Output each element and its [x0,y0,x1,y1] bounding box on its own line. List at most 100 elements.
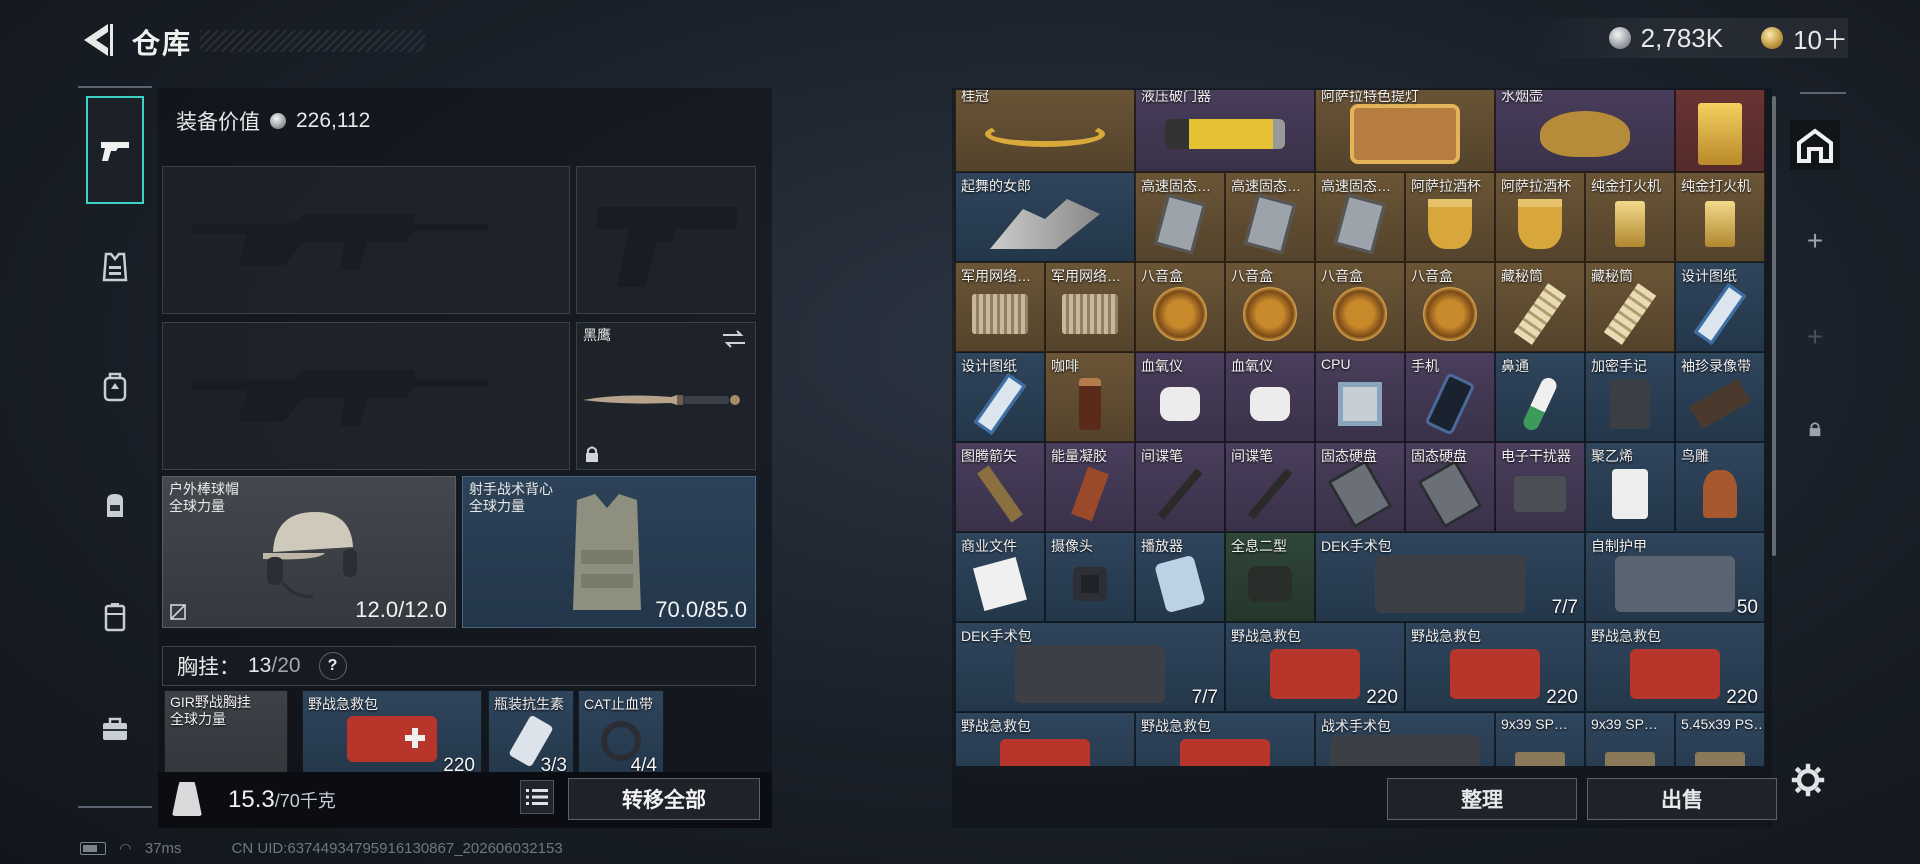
grid-item[interactable]: 9x39 SP… [1585,712,1675,766]
oximeter-icon [1160,387,1200,422]
gold-amount[interactable]: 10＋ [1793,20,1848,57]
grid-item[interactable]: 野战急救包 220 [1405,622,1585,712]
grid-item[interactable]: 9x39 SP… [1495,712,1585,766]
tab-backpack[interactable] [86,476,144,534]
pistol-slot[interactable] [576,166,756,314]
grid-item[interactable]: 阿萨拉酒杯 [1405,172,1495,262]
grid-item[interactable]: 电子干扰器 [1495,442,1585,532]
grid-item[interactable]: CPU [1315,352,1405,442]
grid-item[interactable]: 野战急救包 [1135,712,1315,766]
grid-item[interactable]: 高速固态… [1135,172,1225,262]
grid-item[interactable]: 藏秘筒 [1495,262,1585,352]
grid-item[interactable]: 加密手记 [1585,352,1675,442]
tab-weapons[interactable] [86,96,144,204]
grid-item-name: 鼻通 [1501,358,1529,374]
grid-item[interactable]: 手机 [1405,352,1495,442]
grid-item[interactable]: 自制护甲 50 [1585,532,1765,622]
grid-item[interactable]: 野战急救包 [955,712,1135,766]
grid-item[interactable]: DEK手术包 7/7 [955,622,1225,712]
grid-item[interactable]: 间谍笔 [1225,442,1315,532]
grid-item[interactable]: 起舞的女郎 [955,172,1135,262]
sell-button[interactable]: 出售 [1587,778,1777,820]
grid-item[interactable]: 阿萨拉特色提灯 [1315,90,1495,172]
rig-item[interactable]: 野战急救包 220 [302,690,482,772]
grid-item[interactable]: 鼻通 [1495,352,1585,442]
tab-container[interactable] [86,588,144,646]
grid-item[interactable]: 八音盒 [1315,262,1405,352]
grid-item[interactable]: 高速固态… [1225,172,1315,262]
polyethylene-icon [1612,469,1648,520]
grid-item-count: 220 [1726,687,1758,708]
grid-item[interactable]: 固态硬盘 [1405,442,1495,532]
help-button[interactable]: ? [318,652,347,680]
grid-item[interactable]: 咖啡 [1045,352,1135,442]
grid-item[interactable]: 袖珍录像带 [1675,352,1765,442]
bird-statue-icon [1703,470,1737,519]
storage-scrollbar[interactable] [1772,96,1776,556]
rig-item[interactable]: GIR野战胸挂 全球力量 [164,690,288,772]
grid-item[interactable]: 野战急救包 220 [1225,622,1405,712]
grid-item[interactable]: 液压破门器 [1135,90,1315,172]
rig-item[interactable]: 瓶装抗生素 3/3 [488,690,574,772]
grid-item[interactable]: DEK手术包 7/7 [1315,532,1585,622]
rig-item[interactable]: CAT止血带 4/4 [578,690,664,772]
grid-item[interactable]: 军用网络… [1045,262,1135,352]
swap-icon[interactable] [721,329,747,349]
first-aid-icon [347,716,437,762]
grid-item[interactable]: 5.45x39 PS… [1675,712,1765,766]
grid-item[interactable]: 播放器 [1135,532,1225,622]
grid-item[interactable]: 聚乙烯 [1585,442,1675,532]
grid-item[interactable]: 鸟雕 [1675,442,1765,532]
left-tab-column [78,88,152,808]
helmet-slot[interactable]: 户外棒球帽 全球力量 12.0/12.0 [162,476,456,628]
grid-item[interactable]: 八音盒 [1225,262,1315,352]
grid-item[interactable]: 藏秘筒 [1585,262,1675,352]
melee-slot[interactable]: 黑鹰 [576,322,756,470]
vest-slot[interactable]: 射手战术背心 全球力量 70.0/85.0 [462,476,756,628]
tab-warehouse[interactable] [1790,120,1840,170]
grid-item[interactable]: 战术手术包 [1315,712,1495,766]
grid-item[interactable]: 全息二型 [1225,532,1315,622]
grid-item[interactable] [1675,90,1765,172]
grid-item[interactable]: 水烟壶 [1495,90,1675,172]
locked-storage-tab[interactable] [1790,404,1840,454]
grid-item-name: 袖珍录像带 [1681,358,1751,374]
back-button[interactable] [78,20,114,60]
grid-item[interactable]: 血氧仪 [1135,352,1225,442]
grid-item[interactable]: 八音盒 [1405,262,1495,352]
grid-item[interactable]: 设计图纸 [955,352,1045,442]
add-storage-tab[interactable]: + [1790,216,1840,266]
settings-button[interactable] [1790,762,1830,802]
vest-name: 射手战术背心 [469,481,553,497]
grid-item[interactable]: 高速固态… [1315,172,1405,262]
grid-item[interactable]: 军用网络… [955,262,1045,352]
tab-backpack-medical[interactable] [86,358,144,416]
tab-armor[interactable] [86,238,144,296]
ssd-icon [1153,193,1207,255]
grid-item[interactable]: 能量凝胶 [1045,442,1135,532]
primary-weapon-slot[interactable] [162,166,570,314]
grid-item[interactable]: 野战急救包 220 [1585,622,1765,712]
add-storage-tab-disabled[interactable]: + [1790,312,1840,362]
vest-durability: 70.0/85.0 [655,597,747,622]
grid-item[interactable]: 纯金打火机 [1675,172,1765,262]
grid-item[interactable]: 纯金打火机 [1585,172,1675,262]
grid-item[interactable]: 桂冠 [955,90,1135,172]
grid-item[interactable]: 阿萨拉酒杯 [1495,172,1585,262]
transfer-all-button[interactable]: 转移全部 [568,778,760,820]
grid-item[interactable]: 摄像头 [1045,532,1135,622]
secondary-weapon-slot[interactable] [162,322,570,470]
grid-item[interactable]: 间谍笔 [1135,442,1225,532]
grid-item-name: 手机 [1411,358,1439,374]
grid-item-name: 电子干扰器 [1501,448,1571,464]
grid-item[interactable]: 商业文件 [955,532,1045,622]
grid-item[interactable]: 八音盒 [1135,262,1225,352]
music-box-icon [1423,287,1477,342]
grid-item[interactable]: 固态硬盘 [1315,442,1405,532]
grid-item[interactable]: 图腾箭矢 [955,442,1045,532]
tab-toolbox[interactable] [86,700,144,758]
list-view-button[interactable] [520,780,554,814]
grid-item[interactable]: 血氧仪 [1225,352,1315,442]
sort-button[interactable]: 整理 [1387,778,1577,820]
grid-item[interactable]: 设计图纸 [1675,262,1765,352]
